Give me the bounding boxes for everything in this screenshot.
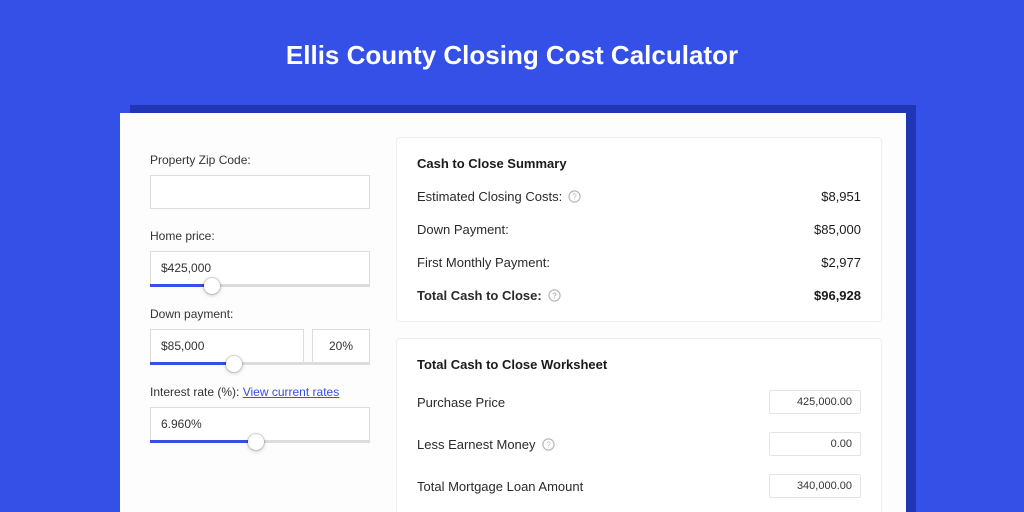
- home-price-slider-fill: [150, 284, 212, 287]
- summary-row-label-text: Down Payment:: [417, 222, 509, 237]
- summary-row-label: Total Cash to Close:?: [417, 288, 561, 303]
- home-price-input[interactable]: $425,000: [150, 251, 370, 285]
- worksheet-row: Less Earnest Money? 0.00: [417, 432, 861, 456]
- home-price-slider-thumb[interactable]: [204, 278, 220, 294]
- worksheet-row-label: Purchase Price: [417, 395, 505, 410]
- worksheet-row-label: Less Earnest Money?: [417, 437, 555, 452]
- worksheet-row-label-text: Total Mortgage Loan Amount: [417, 479, 583, 494]
- summary-row-label: Down Payment:: [417, 222, 509, 237]
- down-payment-slider[interactable]: [150, 362, 370, 365]
- interest-rate-label: Interest rate (%): View current rates: [150, 385, 370, 399]
- down-payment-pct-input[interactable]: 20%: [312, 329, 370, 363]
- results-panel: Cash to Close Summary Estimated Closing …: [396, 113, 906, 512]
- home-price-slider[interactable]: [150, 284, 370, 287]
- help-icon[interactable]: ?: [542, 438, 555, 451]
- interest-rate-label-text: Interest rate (%):: [150, 385, 239, 399]
- view-rates-link[interactable]: View current rates: [243, 385, 340, 399]
- summary-row-label: First Monthly Payment:: [417, 255, 550, 270]
- summary-row-value: $85,000: [814, 222, 861, 237]
- interest-rate-slider-fill: [150, 440, 256, 443]
- worksheet-card: Total Cash to Close Worksheet Purchase P…: [396, 338, 882, 512]
- summary-row-label: Estimated Closing Costs:?: [417, 189, 581, 204]
- zip-input[interactable]: [150, 175, 370, 209]
- summary-row: Down Payment: $85,000: [417, 222, 861, 237]
- summary-title: Cash to Close Summary: [417, 156, 861, 171]
- worksheet-row-label-text: Less Earnest Money: [417, 437, 536, 452]
- worksheet-row-input[interactable]: 340,000.00: [769, 474, 861, 498]
- svg-text:?: ?: [573, 193, 578, 202]
- interest-rate-slider-thumb[interactable]: [248, 434, 264, 450]
- svg-text:?: ?: [552, 292, 557, 301]
- summary-row-value: $8,951: [821, 189, 861, 204]
- svg-text:?: ?: [546, 440, 551, 449]
- down-payment-label: Down payment:: [150, 307, 370, 321]
- down-payment-slider-thumb[interactable]: [226, 356, 242, 372]
- field-down-payment: Down payment: $85,000 20%: [150, 307, 370, 365]
- page-title: Ellis County Closing Cost Calculator: [0, 40, 1024, 71]
- worksheet-rows: Purchase Price 425,000.00 Less Earnest Mon…: [417, 390, 861, 512]
- worksheet-row-input[interactable]: 425,000.00: [769, 390, 861, 414]
- worksheet-title: Total Cash to Close Worksheet: [417, 357, 861, 372]
- home-price-label: Home price:: [150, 229, 370, 243]
- field-home-price: Home price: $425,000: [150, 229, 370, 287]
- zip-label: Property Zip Code:: [150, 153, 370, 167]
- summary-row-value: $2,977: [821, 255, 861, 270]
- worksheet-row-input[interactable]: 0.00: [769, 432, 861, 456]
- help-icon[interactable]: ?: [548, 289, 561, 302]
- summary-row: Total Cash to Close:? $96,928: [417, 288, 861, 303]
- worksheet-row-label-text: Purchase Price: [417, 395, 505, 410]
- summary-row-value: $96,928: [814, 288, 861, 303]
- down-payment-slider-fill: [150, 362, 234, 365]
- summary-rows: Estimated Closing Costs:? $8,951 Down Paym…: [417, 189, 861, 303]
- interest-rate-slider[interactable]: [150, 440, 370, 443]
- summary-row-label-text: First Monthly Payment:: [417, 255, 550, 270]
- calculator-panel: Property Zip Code: Home price: $425,000 …: [120, 113, 906, 512]
- worksheet-row-label: Total Mortgage Loan Amount: [417, 479, 583, 494]
- field-interest-rate: Interest rate (%): View current rates 6.…: [150, 385, 370, 443]
- field-zip: Property Zip Code:: [150, 153, 370, 209]
- worksheet-row: Purchase Price 425,000.00: [417, 390, 861, 414]
- inputs-panel: Property Zip Code: Home price: $425,000 …: [120, 113, 396, 512]
- summary-row-label-text: Total Cash to Close:: [417, 288, 542, 303]
- summary-row: Estimated Closing Costs:? $8,951: [417, 189, 861, 204]
- summary-row-label-text: Estimated Closing Costs:: [417, 189, 562, 204]
- worksheet-row: Total Mortgage Loan Amount 340,000.00: [417, 474, 861, 498]
- summary-card: Cash to Close Summary Estimated Closing …: [396, 137, 882, 322]
- help-icon[interactable]: ?: [568, 190, 581, 203]
- summary-row: First Monthly Payment: $2,977: [417, 255, 861, 270]
